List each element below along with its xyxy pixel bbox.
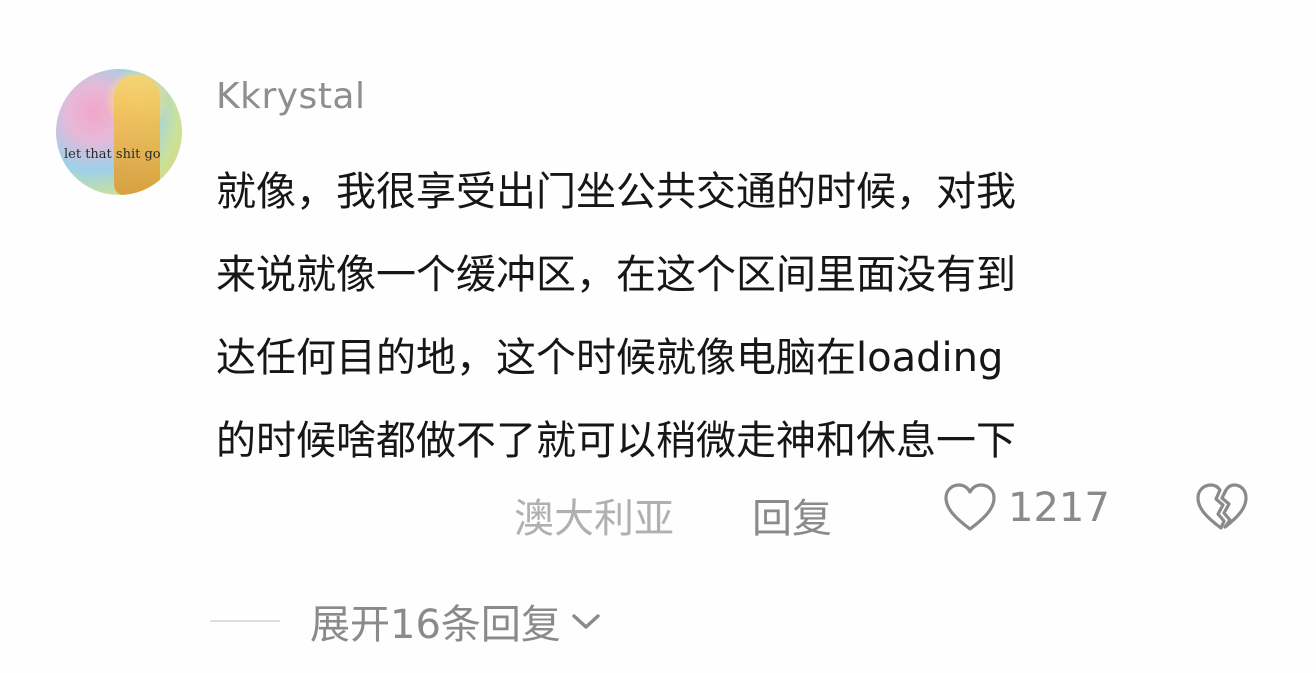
comment-card: let that shit go Kkrystal 就像，我很享受出门坐公共交通… xyxy=(0,0,1316,673)
reply-button[interactable]: 回复 xyxy=(752,486,832,544)
replies-expander: 展开16条回复 xyxy=(210,592,603,650)
comment-line: 的时候啥都做不了就可以稍微走神和休息一下 xyxy=(216,418,1016,464)
expand-replies-label: 展开16条回复 xyxy=(310,602,561,648)
username[interactable]: Kkrystal xyxy=(216,76,366,117)
avatar[interactable]: let that shit go xyxy=(56,69,182,195)
divider xyxy=(210,620,280,622)
comment-text: 就像，我很享受出门坐公共交通的时候，对我 来说就像一个缓冲区，在这个区间里面没有… xyxy=(216,151,1276,483)
like-count: 1217 xyxy=(1008,485,1110,531)
expand-replies-button[interactable]: 展开16条回复 xyxy=(310,592,603,650)
heart-outline-icon xyxy=(942,482,998,534)
like-button[interactable]: 1217 xyxy=(942,482,1110,534)
chevron-down-icon xyxy=(561,609,603,633)
ip-location: 澳大利亚 xyxy=(514,496,674,542)
comment-line: 来说就像一个缓冲区，在这个区间里面没有到 xyxy=(216,252,1016,298)
avatar-figure xyxy=(114,75,160,195)
broken-heart-icon xyxy=(1194,482,1250,534)
dislike-button[interactable] xyxy=(1194,482,1250,534)
comment-line: 达任何目的地，这个时候就像电脑在loading xyxy=(216,335,1004,381)
avatar-caption: let that shit go xyxy=(64,147,161,162)
comment-line: 就像，我很享受出门坐公共交通的时候，对我 xyxy=(216,169,1016,215)
